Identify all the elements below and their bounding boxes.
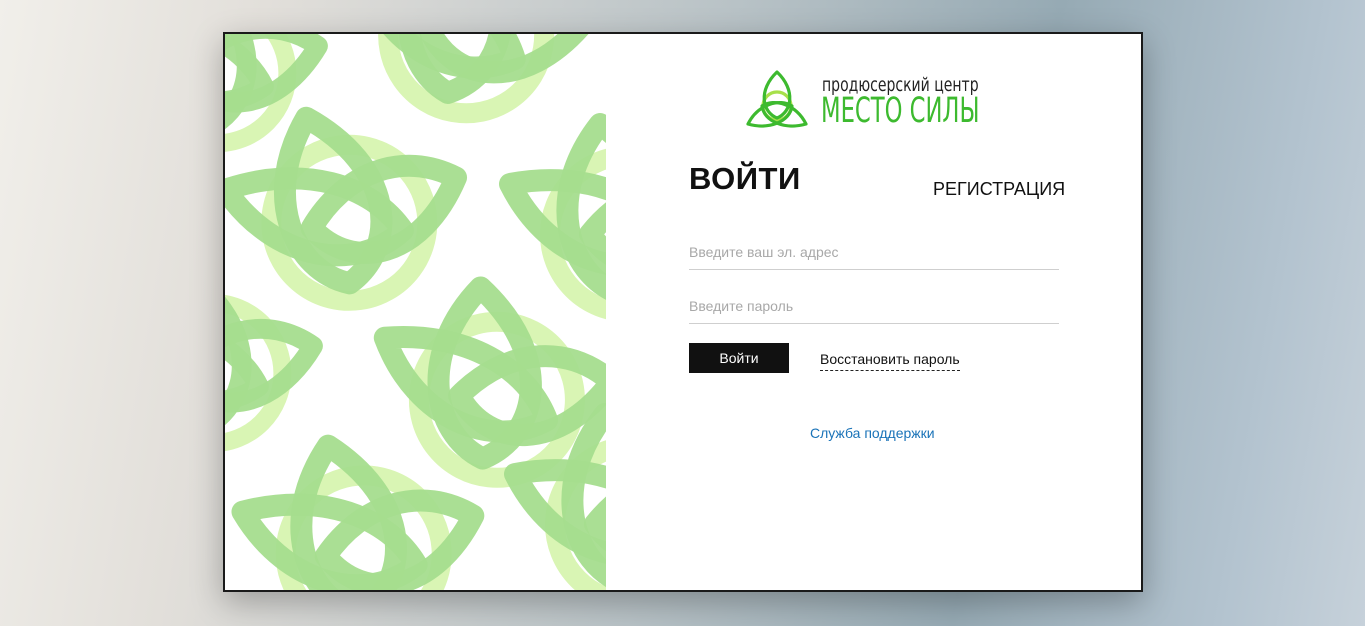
email-field[interactable] — [689, 235, 1059, 270]
triquetra-pattern-icon — [225, 34, 606, 590]
login-form-panel: продюсерский центр МЕСТО СИЛЫ ВОЙТИ РЕГИ… — [606, 34, 1141, 590]
login-card: продюсерский центр МЕСТО СИЛЫ ВОЙТИ РЕГИ… — [223, 32, 1143, 592]
triquetra-icon — [746, 70, 808, 128]
pattern-triquetra — [225, 294, 323, 452]
page-title: ВОЙТИ — [689, 161, 801, 196]
brand-name: МЕСТО СИЛЫ — [821, 91, 980, 131]
register-link[interactable]: РЕГИСТРАЦИЯ — [933, 179, 1065, 200]
pattern-triquetra — [347, 34, 593, 124]
restore-password-link[interactable]: Восстановить пароль — [820, 351, 960, 371]
password-field[interactable] — [689, 289, 1059, 324]
brand-logo: продюсерский центр МЕСТО СИЛЫ — [744, 68, 994, 131]
pattern-triquetra — [499, 113, 606, 320]
support-link[interactable]: Служба поддержки — [810, 425, 935, 441]
login-button[interactable]: Войти — [689, 343, 789, 373]
decorative-pattern-panel — [225, 34, 606, 590]
